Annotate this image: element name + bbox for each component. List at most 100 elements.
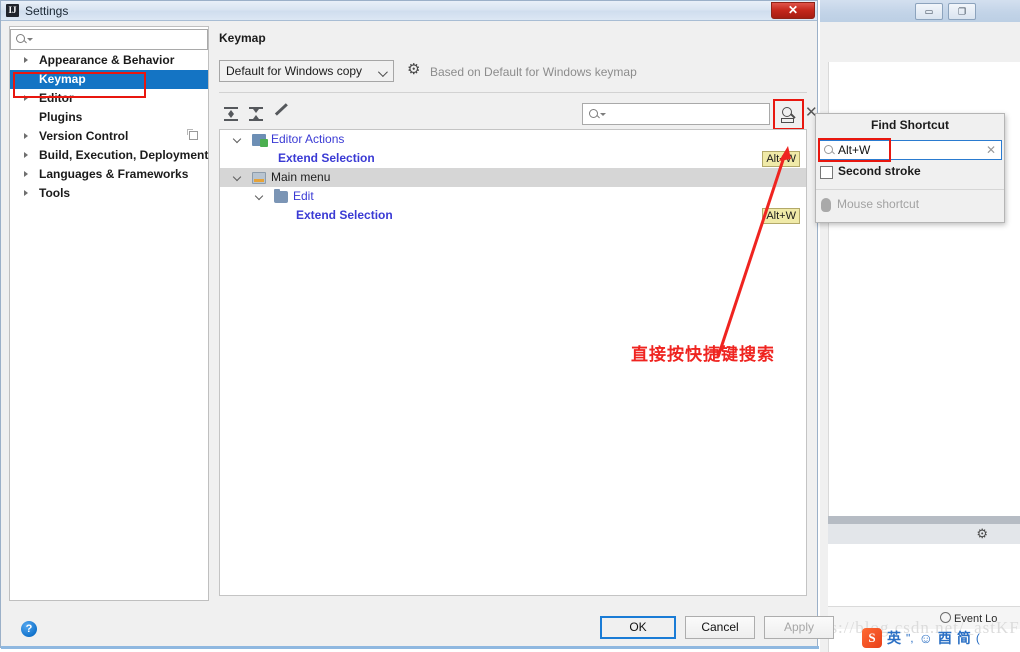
expand-all-button[interactable]	[221, 104, 241, 124]
dialog-titlebar[interactable]: IJ Settings ✕	[1, 1, 817, 21]
help-button[interactable]: ?	[21, 621, 37, 637]
keymap-content-panel: Keymap Default for Windows copy ⚙ Based …	[215, 26, 818, 601]
sidebar-item-tools[interactable]: Tools	[10, 184, 208, 203]
keymap-select[interactable]: Default for Windows copy	[219, 60, 394, 82]
cancel-button[interactable]: Cancel	[685, 616, 755, 639]
app-icon: IJ	[6, 4, 19, 17]
sidebar-item-build-execution-deployment[interactable]: Build, Execution, Deployment	[10, 146, 208, 165]
divider	[816, 189, 1004, 190]
background-ide-secondary-toolbar	[820, 42, 1020, 63]
chevron-down-icon[interactable]	[234, 174, 243, 181]
ime-toolbox-button[interactable]: 酉	[938, 628, 952, 648]
keyboard-icon	[781, 118, 794, 123]
find-shortcut-popup: Find Shortcut Alt+W ✕ Second stroke Mous…	[815, 113, 1005, 223]
status-badge: Alt+W	[762, 208, 800, 224]
sidebar-item-label: Appearance & Behavior	[39, 53, 175, 67]
copy-settings-icon	[187, 129, 198, 140]
table-row[interactable]: Extend Selection Alt+W	[220, 149, 806, 168]
ime-more-button[interactable]: (	[976, 631, 980, 645]
sidebar-item-label: Plugins	[39, 110, 83, 124]
chevron-down-icon	[377, 67, 388, 78]
background-ide-toolbar	[820, 22, 1020, 43]
keymap-tree-toolbar: ✕	[219, 99, 818, 130]
ok-button[interactable]: OK	[600, 616, 676, 639]
mouse-icon	[821, 198, 831, 212]
search-icon	[589, 109, 598, 118]
find-shortcut-title: Find Shortcut	[871, 118, 949, 132]
tree-node-label: Extend Selection	[278, 151, 375, 165]
folder-icon	[274, 189, 288, 203]
ime-logo-icon[interactable]: S	[862, 628, 882, 648]
ime-mode-button[interactable]: 英	[887, 628, 901, 648]
sidebar-item-label: Languages & Frameworks	[39, 167, 189, 181]
search-icon	[16, 34, 25, 43]
restore-button[interactable]: ❐	[948, 3, 976, 20]
tree-node-label: Extend Selection	[296, 208, 393, 222]
gear-icon[interactable]: ⚙	[976, 527, 988, 540]
sidebar-item-editor[interactable]: Editor	[10, 89, 208, 108]
sidebar-item-plugins[interactable]: Plugins	[10, 108, 208, 127]
divider	[219, 92, 807, 93]
status-badge: Alt+W	[762, 151, 800, 167]
sidebar-item-label: Tools	[39, 186, 71, 200]
keymap-based-on-label: Based on Default for Windows keymap	[430, 65, 637, 79]
find-shortcut-input[interactable]: Alt+W ✕	[819, 140, 1002, 160]
table-row[interactable]: Extend Selection Alt+W	[220, 206, 806, 225]
tree-node-label: Editor Actions	[271, 132, 345, 146]
minimize-icon: ▭	[924, 6, 934, 16]
keymap-select-value: Default for Windows copy	[226, 64, 363, 78]
table-row[interactable]: Editor Actions	[220, 130, 806, 149]
second-stroke-checkbox[interactable]	[820, 166, 833, 179]
table-row[interactable]: Main menu	[220, 168, 806, 187]
ime-simplified-button[interactable]: 简	[957, 628, 971, 648]
settings-dialog: IJ Settings ✕ Appearance & Behavior Keym…	[0, 0, 834, 649]
annotation-text: 直接按快捷键搜索	[631, 345, 775, 365]
edit-shortcut-button[interactable]	[271, 104, 291, 124]
table-row[interactable]: Edit	[220, 187, 806, 206]
clear-icon[interactable]: ✕	[986, 143, 996, 158]
sidebar-item-label: Version Control	[39, 129, 129, 143]
chevron-right-icon	[24, 57, 28, 63]
sidebar-item-list: Appearance & Behavior Keymap Editor Plug…	[10, 51, 208, 203]
keymap-search-input[interactable]	[582, 103, 770, 125]
background-ide-panel-toolbar	[828, 524, 1020, 545]
tree-node-label: Main menu	[271, 170, 331, 184]
chevron-right-icon	[24, 95, 28, 101]
find-shortcut-icon	[782, 107, 792, 117]
main-menu-icon	[252, 172, 266, 184]
background-ide-panel-header	[828, 516, 1020, 524]
minimize-button[interactable]: ▭	[915, 3, 943, 20]
tree-node-label: Edit	[293, 189, 314, 203]
dialog-footer: ? OK Cancel Apply	[1, 605, 834, 649]
pencil-icon	[275, 108, 289, 122]
find-shortcut-value: Alt+W	[838, 143, 871, 157]
sidebar-item-version-control[interactable]: Version Control	[10, 127, 208, 146]
sidebar-item-appearance-behavior[interactable]: Appearance & Behavior	[10, 51, 208, 70]
apply-button: Apply	[764, 616, 834, 639]
sidebar-item-label: Keymap	[39, 72, 86, 86]
chevron-right-icon	[24, 171, 28, 177]
editor-actions-icon	[252, 134, 268, 147]
collapse-all-button[interactable]	[246, 104, 266, 124]
sidebar-item-languages-frameworks[interactable]: Languages & Frameworks	[10, 165, 208, 184]
restore-icon: ❐	[957, 6, 967, 16]
find-shortcut-button[interactable]	[777, 103, 799, 125]
keymap-settings-gear-icon[interactable]: ⚙	[407, 62, 420, 77]
sidebar-item-label: Editor	[39, 91, 74, 105]
chevron-right-icon	[24, 190, 28, 196]
expand-all-icon	[224, 107, 238, 121]
background-ide-panel-content	[828, 544, 1020, 606]
page-title: Keymap	[219, 31, 266, 45]
sidebar-item-keymap[interactable]: Keymap	[10, 70, 208, 89]
ime-punctuation-button[interactable]: ʺ,	[906, 631, 914, 645]
background-ide-titlebar: ▭ ❐	[820, 0, 1020, 23]
search-input[interactable]	[10, 29, 208, 50]
mouse-shortcut-label: Mouse shortcut	[837, 197, 920, 211]
chevron-right-icon	[24, 152, 28, 158]
sidebar-item-label: Build, Execution, Deployment	[39, 148, 209, 162]
close-icon[interactable]: ✕	[771, 2, 815, 19]
ime-emoji-button[interactable]: ☺	[919, 630, 933, 646]
collapse-all-icon	[249, 107, 263, 121]
chevron-down-icon[interactable]	[234, 136, 243, 143]
chevron-down-icon[interactable]	[256, 193, 265, 200]
